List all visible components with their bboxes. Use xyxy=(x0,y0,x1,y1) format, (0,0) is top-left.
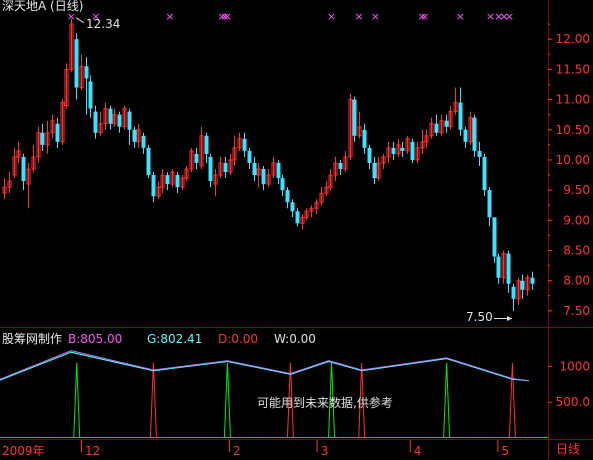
candle-body-down xyxy=(74,39,79,88)
indicator-w-value: W:0.00 xyxy=(274,332,316,346)
candle-body-down xyxy=(175,175,180,188)
indicator-g-value: G:802.41 xyxy=(147,332,203,346)
signal-marker: × xyxy=(165,10,174,23)
candle-body-down xyxy=(165,175,170,185)
candle-body-down xyxy=(511,286,516,299)
candle-body-down xyxy=(108,108,113,124)
indicator-tick-label: 1000 xyxy=(559,359,590,373)
candle-body-down xyxy=(93,111,98,133)
candle-body-down xyxy=(276,162,281,179)
price-tick-label: 9.50 xyxy=(563,183,590,197)
candle-body-down xyxy=(338,162,343,169)
time-axis-label: 2 xyxy=(233,444,241,458)
candle-body-down xyxy=(208,156,213,182)
signal-marker: × xyxy=(223,10,232,23)
candle-body-down xyxy=(372,162,377,179)
candlestick-chart[interactable]: 12.00 11.50 11.00 10.50 10.00 9.50 9.00 8.50 8.0… xyxy=(0,0,593,460)
candle-body-down xyxy=(84,66,89,79)
candle-body-down xyxy=(463,129,468,142)
candle-body-down xyxy=(400,147,405,151)
signal-marker: × xyxy=(371,10,380,23)
candle-body-down xyxy=(520,280,525,290)
price-tick-label: 10.50 xyxy=(556,123,590,137)
candle-body-down xyxy=(487,190,492,218)
candle-body-down xyxy=(496,256,501,278)
period-daily-button[interactable]: 日线 xyxy=(556,442,580,456)
candle-body-down xyxy=(146,147,151,176)
price-tick-label: 10.00 xyxy=(556,153,590,167)
indicator-b-line xyxy=(0,350,529,382)
indicator-name: 股筹网制作 xyxy=(2,332,63,346)
candle-body-down xyxy=(290,202,295,212)
signal-marker: × xyxy=(67,10,76,23)
candle-body-down xyxy=(117,114,122,127)
candle-body-down xyxy=(151,175,156,197)
time-axis-label: 2009年 xyxy=(2,444,45,458)
candle-body-down xyxy=(362,129,367,148)
candle-body-down xyxy=(127,111,132,130)
indicator-b-value: B:805.00 xyxy=(68,332,123,346)
candle-body-down xyxy=(285,190,290,203)
candle-body-down xyxy=(367,147,372,163)
candle-body-down xyxy=(204,135,209,154)
candle-body-down xyxy=(506,253,511,284)
candle-body-down xyxy=(458,102,463,130)
candle-body-down xyxy=(223,162,228,173)
signal-marker: × xyxy=(354,10,363,23)
signal-marker: × xyxy=(505,10,514,23)
indicator-d-value: D:0.00 xyxy=(218,332,259,346)
time-axis-label: 5 xyxy=(501,444,509,458)
candle-body-down xyxy=(477,150,482,157)
candle-body-down xyxy=(492,217,497,257)
candle-body-down xyxy=(132,129,137,142)
price-tick-label: 8.00 xyxy=(563,274,590,288)
candle-body-down xyxy=(242,138,247,151)
candle-body-down xyxy=(88,81,93,109)
signal-marker: × xyxy=(327,10,336,23)
price-tick-label: 9.00 xyxy=(563,213,590,227)
candle-body-down xyxy=(472,117,477,151)
candle-body-down xyxy=(295,211,300,224)
indicator-d-spike xyxy=(508,362,516,439)
signal-marker: × xyxy=(456,10,465,23)
time-axis-label: 3 xyxy=(321,444,329,458)
candle-body-down xyxy=(352,99,357,136)
candle-body-down xyxy=(434,123,439,133)
time-axis-label: 12 xyxy=(85,444,100,458)
price-tick-label: 7.50 xyxy=(563,304,590,318)
candle-body-down xyxy=(391,147,396,154)
price-tick-label: 12.00 xyxy=(556,32,590,46)
time-axis-label: 4 xyxy=(414,444,422,458)
candle-body-down xyxy=(55,123,60,142)
price-tick-label: 11.00 xyxy=(556,93,590,107)
candle-body-down xyxy=(252,162,257,176)
high-price-label: 12.34 xyxy=(86,17,121,31)
signal-marker: × xyxy=(420,10,429,23)
candle-body-down xyxy=(530,277,535,284)
future-data-warning: 可能用到未来数据,供参考 xyxy=(257,396,393,410)
candle-body-down xyxy=(141,135,146,148)
candle-body-down xyxy=(261,169,266,185)
candle-body-down xyxy=(21,156,26,182)
indicator-w-spike xyxy=(223,362,231,439)
low-arrow-head xyxy=(507,316,512,321)
indicator-g-line xyxy=(0,351,529,382)
price-tick-label: 11.50 xyxy=(556,62,590,76)
indicator-tick-label: 500.0 xyxy=(556,395,590,409)
candle-body-down xyxy=(444,120,449,127)
indicator-w-spike xyxy=(443,362,451,439)
candle-body-down xyxy=(247,150,252,163)
candle-body-down xyxy=(280,178,285,191)
candle-body-down xyxy=(194,153,199,163)
price-tick-label: 8.50 xyxy=(563,244,590,258)
low-price-label: 7.50 xyxy=(466,310,493,324)
candle-body-down xyxy=(482,156,487,191)
candle-body-down xyxy=(40,132,45,145)
candle-body-down xyxy=(410,141,415,160)
indicator-d-spike xyxy=(149,362,157,439)
high-arrow xyxy=(75,17,85,24)
indicator-w-spike xyxy=(73,362,81,439)
